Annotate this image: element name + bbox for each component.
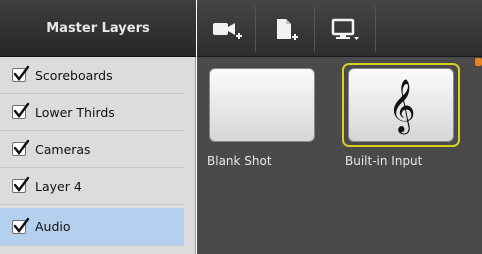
toolbar-divider	[314, 6, 315, 52]
toolbar-divider	[255, 6, 256, 52]
checkmark-icon	[13, 139, 30, 155]
shot-label: Built-in Input	[345, 154, 423, 168]
layers-sidebar: Master Layers Scoreboards Lower Thirds C…	[0, 0, 196, 254]
layer-label: Audio	[35, 219, 71, 234]
shot-thumbnail	[209, 68, 315, 142]
checkmark-icon	[13, 217, 30, 233]
layer-checkbox[interactable]	[12, 176, 30, 193]
add-camera-icon	[213, 23, 242, 39]
layer-label: Layer 4	[35, 178, 82, 194]
layer-checkbox[interactable]	[12, 139, 30, 156]
shot-blank[interactable]	[203, 63, 321, 147]
layer-label: Cameras	[35, 141, 91, 157]
add-camera-button[interactable]	[203, 8, 251, 52]
layer-checkbox[interactable]	[12, 102, 30, 119]
checkmark-icon	[13, 102, 30, 118]
checkmark-icon	[13, 65, 30, 81]
treble-clef-icon: 𝄞	[388, 78, 415, 134]
layer-item-lower-thirds[interactable]: Lower Thirds	[0, 94, 184, 131]
add-document-button[interactable]	[261, 8, 309, 52]
shot-thumbnail: 𝄞	[348, 68, 454, 142]
layer-label: Lower Thirds	[35, 104, 115, 120]
shot-built-in-input[interactable]: 𝄞	[342, 63, 460, 147]
sidebar-header: Master Layers	[0, 0, 196, 57]
shot-label: Blank Shot	[207, 154, 272, 168]
toolbar-divider	[375, 6, 376, 52]
toolbar	[197, 0, 482, 57]
alert-marker	[475, 58, 482, 66]
display-menu-button[interactable]	[321, 8, 369, 52]
layer-item-cameras[interactable]: Cameras	[0, 131, 184, 168]
layer-checkbox[interactable]	[12, 65, 30, 82]
layer-item-layer-4[interactable]: Layer 4	[0, 168, 184, 205]
layer-item-audio[interactable]: Audio	[0, 208, 184, 246]
sidebar-title: Master Layers	[46, 20, 150, 36]
checkmark-icon	[13, 176, 30, 192]
shots-panel: Blank Shot 𝄞 Built-in Input	[197, 0, 482, 254]
layer-item-scoreboards[interactable]: Scoreboards	[0, 57, 184, 94]
add-document-icon	[277, 19, 298, 40]
display-menu-icon	[331, 18, 359, 40]
layer-label: Scoreboards	[35, 67, 113, 83]
layer-checkbox[interactable]	[12, 217, 30, 234]
svg-text:𝄞: 𝄞	[388, 78, 415, 134]
